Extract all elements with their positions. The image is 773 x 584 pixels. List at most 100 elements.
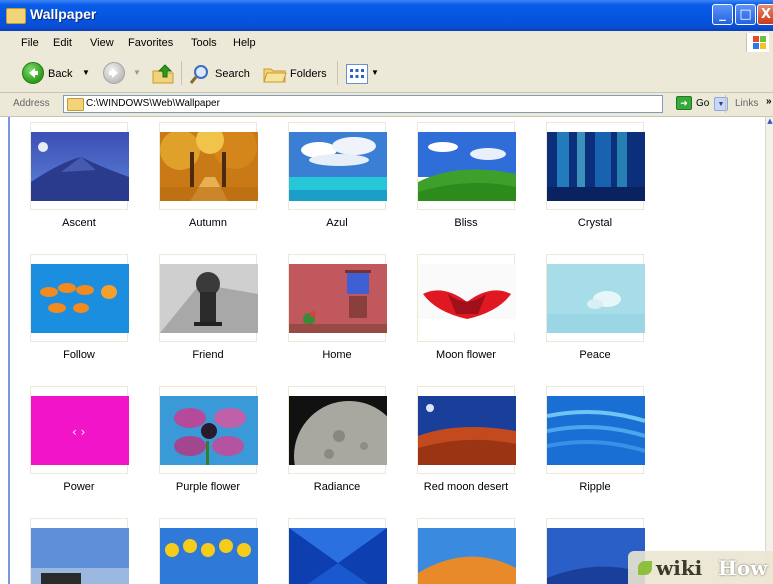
windows-logo-icon: [746, 33, 769, 52]
file-item-power[interactable]: ‹ ›: [30, 386, 129, 474]
toolbar: Back ▼ ▼ Search Folders ▼: [0, 55, 773, 93]
menu-tools[interactable]: Tools: [191, 37, 217, 49]
crystal-thumbnail: [547, 132, 645, 201]
file-item[interactable]: [288, 518, 387, 584]
folders-icon[interactable]: [263, 64, 287, 84]
file-name[interactable]: Azul: [272, 217, 402, 229]
address-field[interactable]: C:\WINDOWS\Web\Wallpaper ▼: [63, 95, 728, 113]
file-item-crystal[interactable]: [546, 122, 645, 210]
views-dropdown-icon[interactable]: ▼: [371, 68, 379, 77]
autumn-thumbnail: [160, 132, 258, 201]
file-name[interactable]: Moon flower: [401, 349, 531, 361]
watermark-text-left: wiki: [656, 556, 703, 580]
menu-help[interactable]: Help: [233, 37, 256, 49]
follow-thumbnail: [31, 264, 129, 333]
power-thumbnail: ‹ ›: [31, 396, 129, 465]
views-icon[interactable]: [346, 64, 368, 84]
file-name[interactable]: Ascent: [14, 217, 144, 229]
go-arrow-icon[interactable]: ➜: [676, 96, 692, 110]
wallpaper-thumbnail: [31, 528, 129, 584]
file-name[interactable]: Home: [272, 349, 402, 361]
back-button[interactable]: Back: [48, 68, 72, 80]
file-name[interactable]: Follow: [14, 349, 144, 361]
forward-dropdown-icon[interactable]: ▼: [133, 68, 141, 77]
forward-arrow-icon[interactable]: [103, 62, 125, 84]
file-item-moon-flower[interactable]: [417, 254, 516, 342]
file-item-radiance[interactable]: [288, 386, 387, 474]
links-chevron-icon[interactable]: »: [766, 96, 772, 107]
wallpaper-thumbnail: [160, 528, 258, 584]
go-button[interactable]: Go: [696, 98, 709, 109]
menu-file[interactable]: File: [21, 37, 39, 49]
file-name[interactable]: Radiance: [272, 481, 402, 493]
file-item[interactable]: [417, 518, 516, 584]
folders-button[interactable]: Folders: [290, 68, 327, 80]
leaf-icon: [638, 561, 652, 575]
bliss-thumbnail: [418, 132, 516, 201]
close-button[interactable]: X: [757, 4, 773, 25]
file-name[interactable]: Friend: [143, 349, 273, 361]
friend-thumbnail: [160, 264, 258, 333]
search-icon[interactable]: [189, 63, 211, 85]
search-button[interactable]: Search: [215, 68, 250, 80]
links-button[interactable]: Links: [735, 98, 758, 109]
vertical-scrollbar[interactable]: ▲: [765, 117, 773, 584]
file-item-friend[interactable]: [159, 254, 258, 342]
address-path[interactable]: C:\WINDOWS\Web\Wallpaper: [86, 98, 220, 109]
file-item-home[interactable]: [288, 254, 387, 342]
minimize-button[interactable]: _: [712, 4, 733, 25]
menu-bar: File Edit View Favorites Tools Help: [0, 31, 773, 56]
file-view: Ascent Autumn Azul Bliss Crystal Follow …: [8, 117, 765, 584]
folder-icon: [67, 98, 84, 111]
radiance-thumbnail: [289, 396, 387, 465]
toolbar-separator: [725, 95, 726, 113]
purple-flower-thumbnail: [160, 396, 258, 465]
wallpaper-thumbnail: [289, 528, 387, 584]
file-name[interactable]: Red moon desert: [401, 481, 531, 493]
toolbar-separator: [181, 61, 182, 85]
file-name[interactable]: Purple flower: [143, 481, 273, 493]
menu-edit[interactable]: Edit: [53, 37, 72, 49]
file-item-follow[interactable]: [30, 254, 129, 342]
address-label: Address: [13, 98, 50, 109]
red-moon-desert-thumbnail: [418, 396, 516, 465]
window-title: Wallpaper: [30, 6, 97, 22]
file-name[interactable]: Crystal: [530, 217, 660, 229]
file-item-azul[interactable]: [288, 122, 387, 210]
file-name[interactable]: Autumn: [143, 217, 273, 229]
file-item-ascent[interactable]: [30, 122, 129, 210]
file-item-bliss[interactable]: [417, 122, 516, 210]
file-name[interactable]: Power: [14, 481, 144, 493]
home-thumbnail: [289, 264, 387, 333]
file-name[interactable]: Peace: [530, 349, 660, 361]
back-dropdown-icon[interactable]: ▼: [82, 68, 90, 77]
file-item-ripple[interactable]: [546, 386, 645, 474]
menu-favorites[interactable]: Favorites: [128, 37, 173, 49]
moon-flower-thumbnail: [418, 264, 516, 333]
file-name[interactable]: Bliss: [401, 217, 531, 229]
menu-view[interactable]: View: [90, 37, 114, 49]
file-item-autumn[interactable]: [159, 122, 258, 210]
ascent-thumbnail: [31, 132, 129, 201]
toolbar-separator: [337, 61, 338, 85]
folder-icon: [6, 8, 26, 24]
up-folder-icon[interactable]: [151, 63, 175, 85]
file-item-purple-flower[interactable]: [159, 386, 258, 474]
watermark-text-right: How: [718, 556, 768, 580]
address-bar: Address C:\WINDOWS\Web\Wallpaper ▼ ➜ Go …: [0, 93, 773, 117]
file-item-red-moon-desert[interactable]: [417, 386, 516, 474]
scroll-up-arrow-icon[interactable]: ▲: [766, 117, 773, 127]
svg-text:‹ ›: ‹ ›: [72, 425, 85, 439]
file-item[interactable]: [30, 518, 129, 584]
maximize-button[interactable]: □: [735, 4, 756, 25]
file-name[interactable]: Ripple: [530, 481, 660, 493]
file-item-peace[interactable]: [546, 254, 645, 342]
file-item[interactable]: [159, 518, 258, 584]
wikihow-watermark: wiki How: [628, 551, 773, 584]
ripple-thumbnail: [547, 396, 645, 465]
azul-thumbnail: [289, 132, 387, 201]
wallpaper-thumbnail: [418, 528, 516, 584]
title-bar: Wallpaper _ □ X: [0, 0, 773, 31]
back-arrow-icon[interactable]: [22, 62, 44, 84]
peace-thumbnail: [547, 264, 645, 333]
